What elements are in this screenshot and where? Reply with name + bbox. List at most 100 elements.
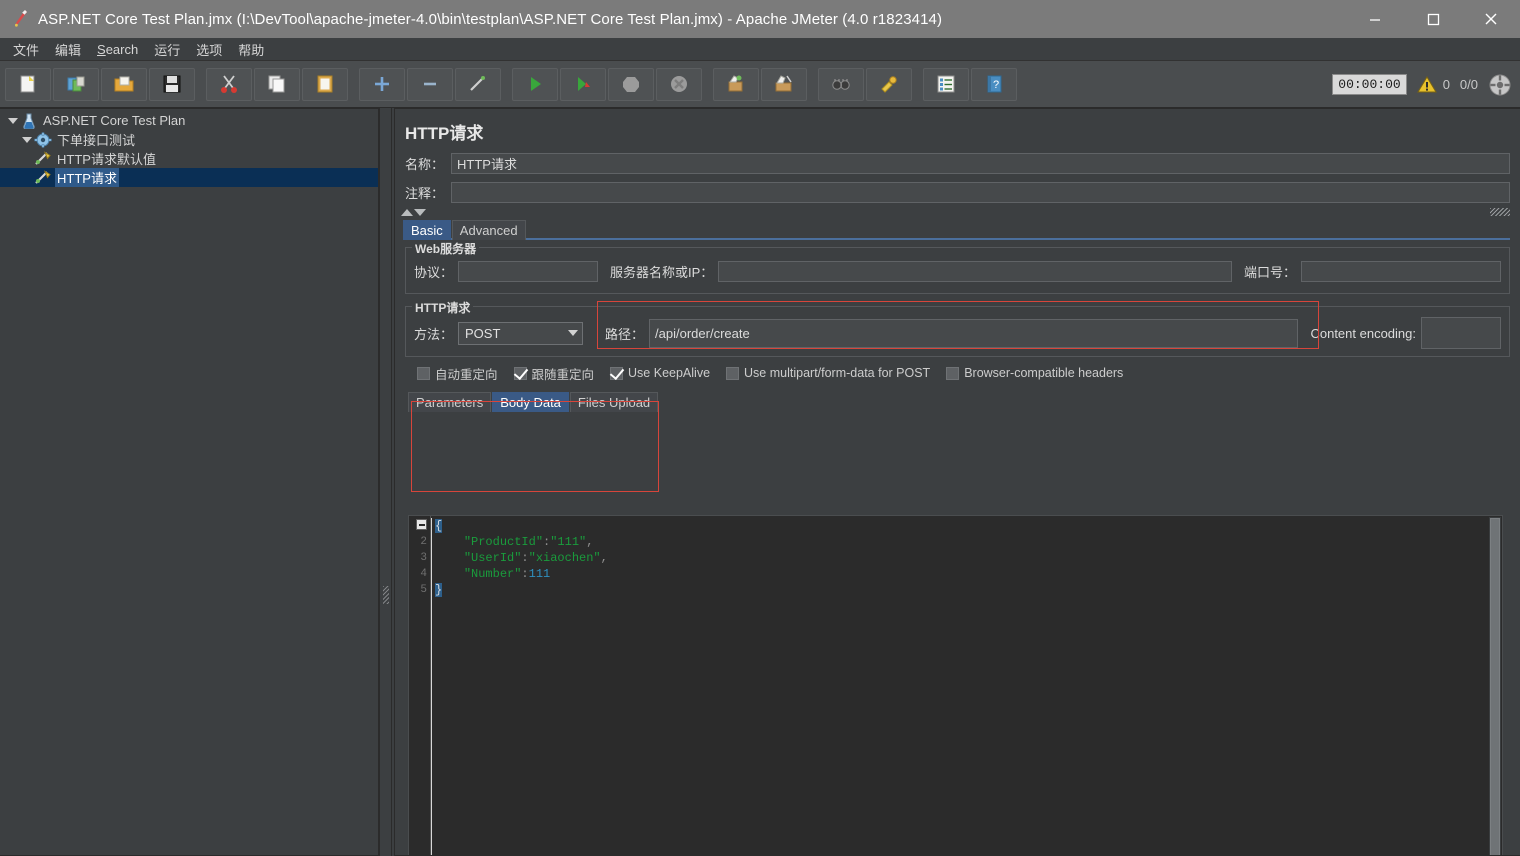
function-helper-icon[interactable] (923, 68, 969, 101)
checkbox-auto-redirect[interactable]: 自动重定向 (417, 364, 498, 383)
tree-node-thread-group[interactable]: 下单接口测试 (0, 130, 378, 149)
maximize-icon[interactable] (1404, 0, 1462, 38)
port-input[interactable] (1301, 261, 1501, 282)
menu-bar: 文件 编辑 Search 运行 选项 帮助 (0, 38, 1520, 61)
tab-files-upload[interactable]: Files Upload (570, 392, 658, 412)
checkbox-label: 跟随重定向 (532, 364, 595, 383)
paste-icon[interactable] (302, 68, 348, 101)
menu-item-run[interactable]: 运行 (146, 38, 188, 61)
cut-icon[interactable] (206, 68, 252, 101)
save-icon[interactable] (149, 68, 195, 101)
line-number: 5 (409, 582, 427, 598)
tree-node-test-plan[interactable]: ASP.NET Core Test Plan (0, 111, 378, 130)
server-input[interactable] (718, 261, 1232, 282)
stop-icon[interactable] (608, 68, 654, 101)
menu-item-search[interactable]: Search (89, 40, 146, 59)
clear-icon[interactable] (713, 68, 759, 101)
path-input[interactable]: /api/order/create (649, 319, 1298, 348)
web-server-group-title: Web服务器 (412, 240, 479, 257)
drag-hatch-icon[interactable] (1490, 208, 1510, 216)
name-field-row: 名称： HTTP请求 (395, 150, 1520, 176)
caret-line (431, 518, 432, 856)
collapse-all-icon[interactable] (407, 68, 453, 101)
code-token-brace: } (435, 583, 442, 597)
checkbox-box[interactable] (946, 367, 959, 380)
chevron-down-icon[interactable] (6, 114, 20, 128)
chevron-down-icon[interactable] (568, 330, 578, 336)
request-options-row: 自动重定向 跟随重定向 Use KeepAlive Use multipart/… (395, 363, 1520, 383)
code-line: "UserId":"xiaochen", (435, 550, 1502, 566)
close-icon[interactable] (1462, 0, 1520, 38)
test-plan-icon (20, 113, 38, 129)
splitter-grip-icon[interactable] (383, 586, 389, 604)
copy-icon[interactable] (254, 68, 300, 101)
connection-status-icon[interactable] (1488, 73, 1512, 97)
body-tabs: Parameters Body Data Files Upload (395, 391, 1520, 412)
comment-input[interactable] (451, 182, 1510, 203)
comment-label: 注释： (405, 183, 451, 202)
toggle-icon[interactable] (455, 68, 501, 101)
chevron-down-icon[interactable] (20, 133, 34, 147)
comment-field-row: 注释： (395, 179, 1520, 205)
jmeter-window: ASP.NET Core Test Plan.jmx (I:\DevTool\a… (0, 0, 1520, 856)
start-no-pauses-icon[interactable] (560, 68, 606, 101)
search-icon[interactable] (818, 68, 864, 101)
tree-node-http-defaults[interactable]: HTTP请求默认值 (0, 149, 378, 168)
tree-node-http-sampler[interactable]: HTTP请求 (0, 168, 378, 187)
menu-item-options[interactable]: 选项 (188, 38, 230, 61)
editor-code-area[interactable]: { "ProductId":"111", "UserId":"xiaochen"… (431, 516, 1502, 856)
window-controls (1346, 0, 1520, 38)
line-number: 2 (409, 534, 427, 550)
checkbox-box[interactable] (417, 367, 430, 380)
tab-advanced[interactable]: Advanced (452, 220, 526, 240)
menu-item-help[interactable]: 帮助 (230, 38, 272, 61)
shutdown-icon[interactable] (656, 68, 702, 101)
path-label: 路径： (605, 324, 644, 343)
menu-item-edit[interactable]: 编辑 (47, 38, 89, 61)
checkbox-box[interactable] (610, 367, 623, 380)
new-icon[interactable] (5, 68, 51, 101)
checkbox-multipart-form-data[interactable]: Use multipart/form-data for POST (726, 366, 930, 380)
test-plan-tree[interactable]: ASP.NET Core Test Plan 下单接口测试 HTTP请求默认值 (0, 108, 379, 856)
start-icon[interactable] (512, 68, 558, 101)
code-line: } (435, 582, 1502, 598)
panel-splitter[interactable] (379, 108, 392, 856)
name-label: 名称： (405, 154, 451, 173)
method-select[interactable]: POST (458, 322, 583, 345)
checkbox-browser-compatible-headers[interactable]: Browser-compatible headers (946, 366, 1123, 380)
code-token-brace: { (435, 519, 442, 533)
name-input[interactable]: HTTP请求 (451, 153, 1510, 174)
content-encoding-input[interactable] (1421, 317, 1501, 349)
code-token-str: "Number" (464, 567, 522, 581)
web-server-row: 协议： 服务器名称或IP： 端口号： (414, 257, 1501, 285)
warning-indicator[interactable]: 0 (1417, 75, 1450, 94)
checkbox-follow-redirect[interactable]: 跟随重定向 (514, 364, 595, 383)
code-fold-toggle-icon[interactable] (416, 519, 427, 530)
templates-icon[interactable] (53, 68, 99, 101)
page-title: HTTP请求 (395, 109, 1520, 150)
tab-body-data[interactable]: Body Data (492, 392, 569, 412)
section-collapse-bar[interactable] (401, 205, 1520, 219)
open-icon[interactable] (101, 68, 147, 101)
checkbox-use-keepalive[interactable]: Use KeepAlive (610, 366, 710, 380)
tree-node-label: HTTP请求 (55, 168, 119, 187)
expand-all-icon[interactable] (359, 68, 405, 101)
protocol-input[interactable] (458, 261, 598, 282)
collapse-arrows-icon[interactable] (401, 209, 426, 216)
reset-search-icon[interactable] (866, 68, 912, 101)
scrollbar-thumb[interactable] (1490, 518, 1500, 856)
checkbox-box[interactable] (514, 367, 527, 380)
menu-item-file[interactable]: 文件 (5, 38, 47, 61)
body-data-editor[interactable]: 1 2 3 4 5 { "ProductId":"111", "UserId":… (408, 515, 1503, 856)
tab-basic[interactable]: Basic (403, 220, 451, 240)
tree-node-label: 下单接口测试 (55, 130, 137, 149)
toolbar: ? 00:00:00 0 0/0 (0, 61, 1520, 108)
warning-triangle-icon (1417, 75, 1437, 94)
editor-vertical-scrollbar[interactable] (1489, 517, 1501, 856)
minimize-icon[interactable] (1346, 0, 1404, 38)
checkbox-box[interactable] (726, 367, 739, 380)
clear-all-icon[interactable] (761, 68, 807, 101)
http-request-editor-panel: HTTP请求 名称： HTTP请求 注释： Basic Advanced Web… (394, 108, 1520, 856)
tab-parameters[interactable]: Parameters (408, 392, 491, 412)
help-icon[interactable]: ? (971, 68, 1017, 101)
